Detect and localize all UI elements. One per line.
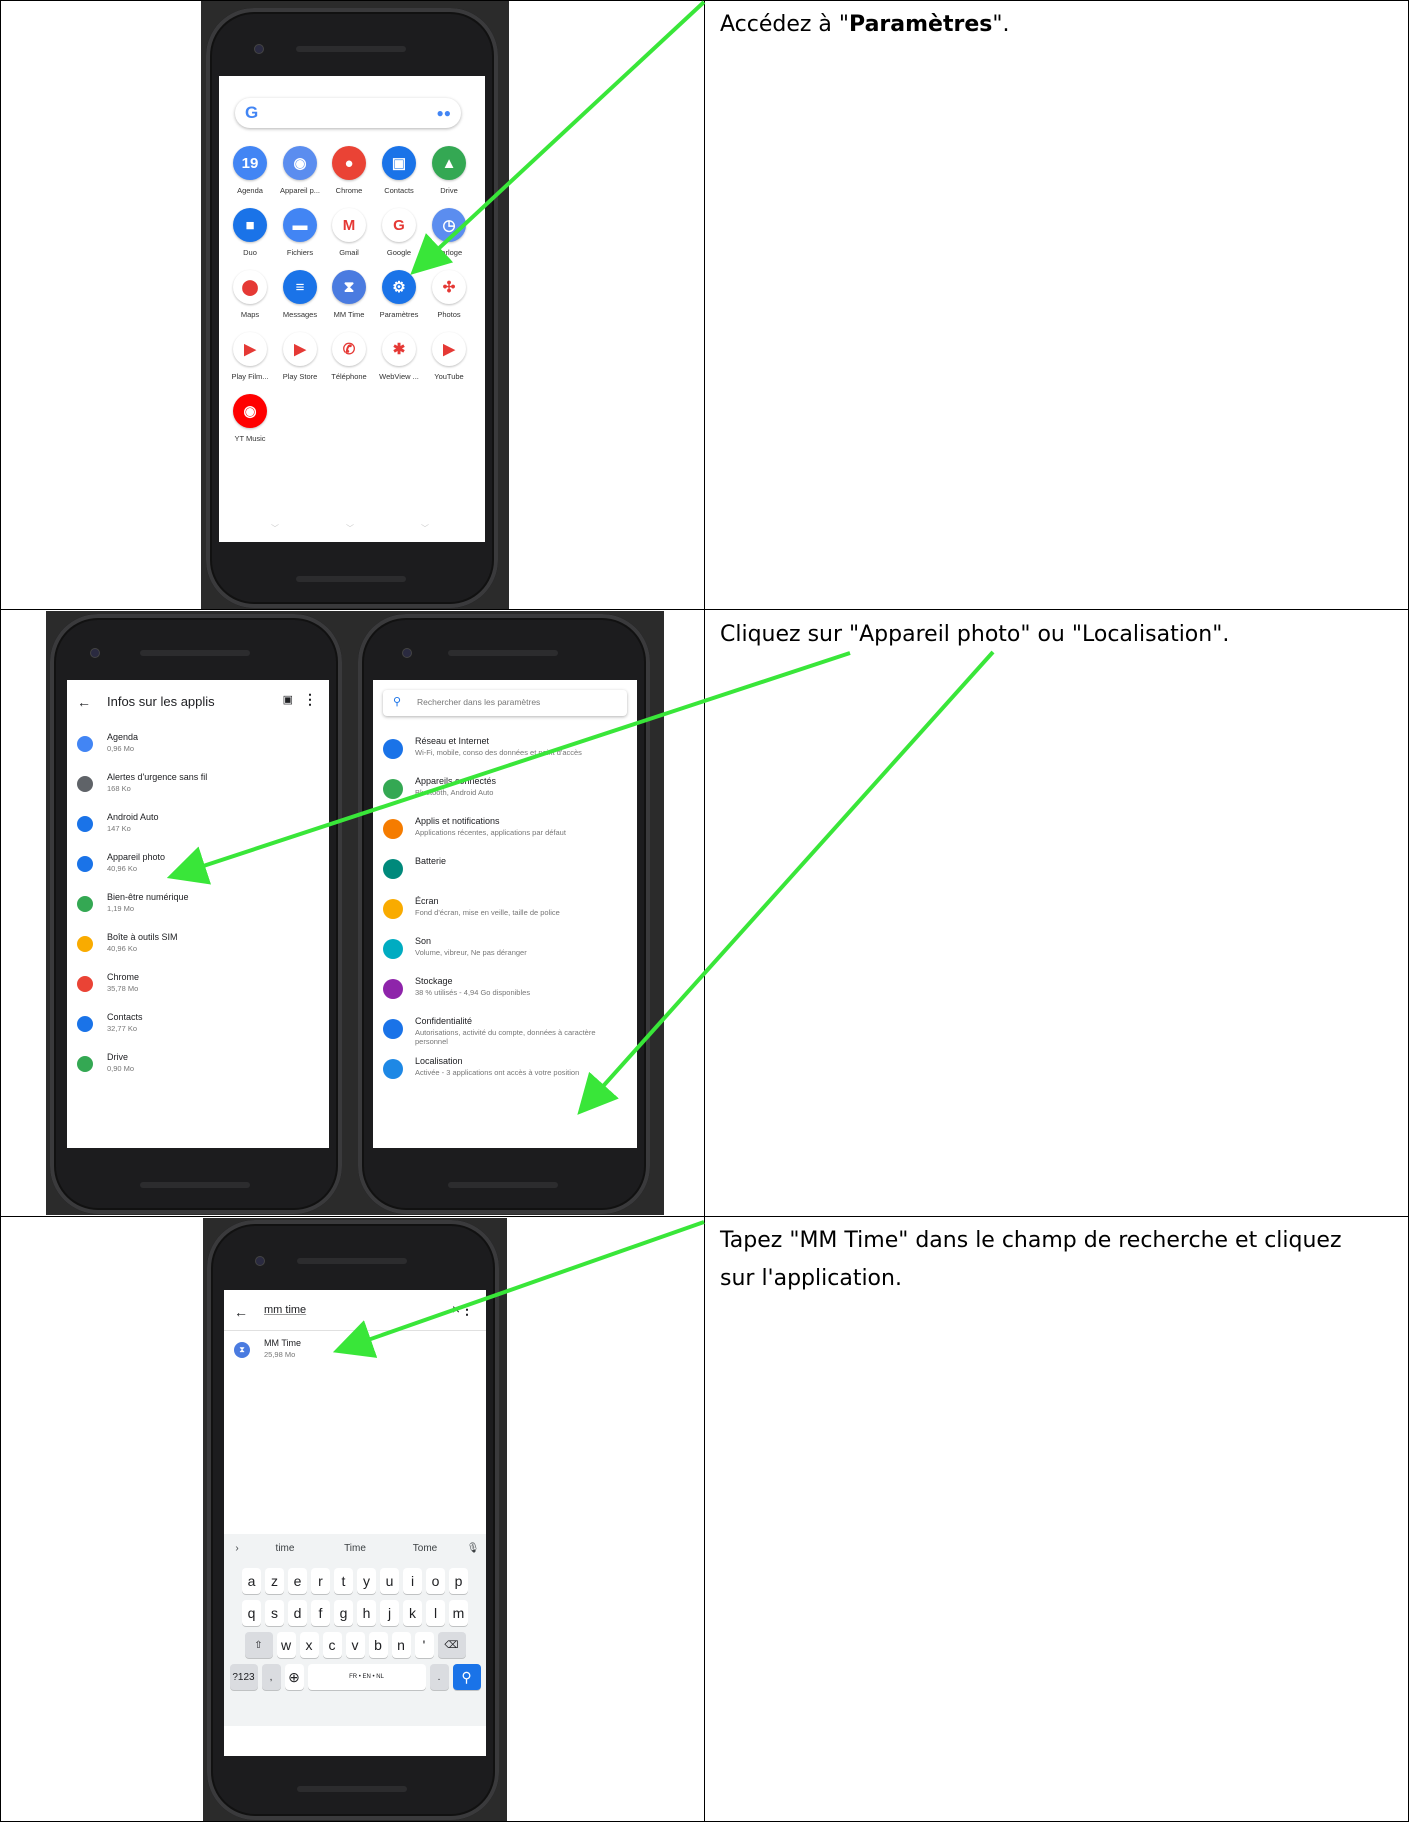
annotation-arrows: [166, 0, 995, 1358]
arrow-to-parametres: [410, 0, 706, 275]
arrow-to-appareil-photo: [166, 651, 851, 885]
arrow-to-mm-time-result: [332, 1220, 705, 1358]
